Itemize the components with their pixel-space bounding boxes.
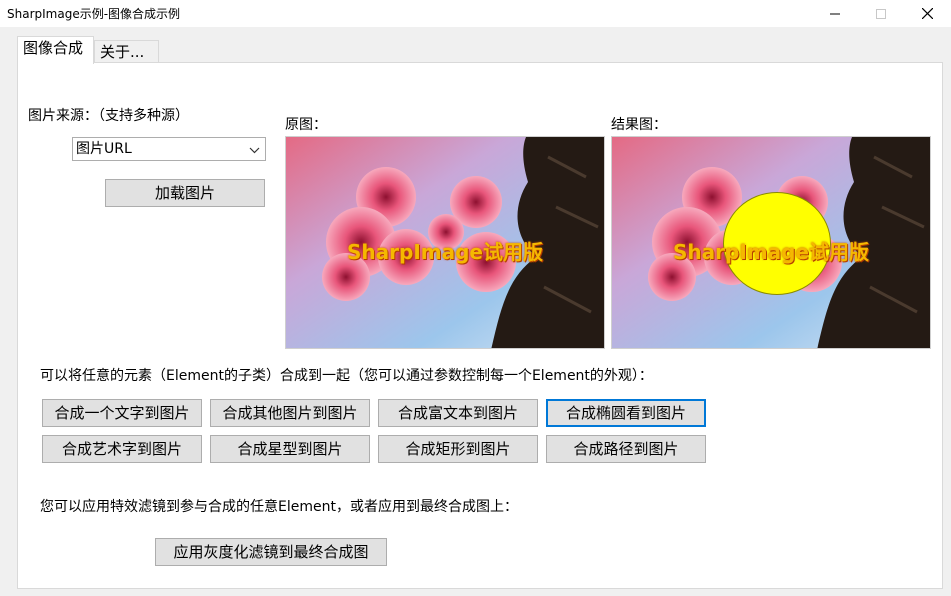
tab-image-composite[interactable]: 图像合成 <box>17 36 94 64</box>
composite-text-button[interactable]: 合成一个文字到图片 <box>42 399 202 427</box>
composite-star-button[interactable]: 合成星型到图片 <box>210 435 370 463</box>
composite-path-button[interactable]: 合成路径到图片 <box>546 435 706 463</box>
result-image: SharpImage试用版 <box>611 136 931 349</box>
result-watermark-text: SharpImage试用版 <box>673 240 869 264</box>
source-select-value: 图片URL <box>76 141 132 157</box>
composite-richtext-button[interactable]: 合成富文本到图片 <box>378 399 538 427</box>
maximize-button[interactable] <box>858 0 904 27</box>
title-bar: SharpImage示例-图像合成示例 <box>0 0 951 27</box>
close-icon <box>921 8 933 19</box>
window-title: SharpImage示例-图像合成示例 <box>7 7 181 21</box>
composite-ellipse-button[interactable]: 合成椭圆看到图片 <box>546 399 706 427</box>
tab-about[interactable]: 关于... <box>94 40 159 63</box>
composite-rectangle-button[interactable]: 合成矩形到图片 <box>378 435 538 463</box>
minimize-icon <box>830 13 840 14</box>
result-image-label: 结果图： <box>611 117 667 133</box>
original-image-label: 原图： <box>285 117 327 133</box>
original-image: SharpImage试用版 <box>285 136 605 349</box>
composite-description: 可以将任意的元素（Element的子类）合成到一起（您可以通过参数控制每一个El… <box>40 368 653 384</box>
original-watermark-text: SharpImage试用版 <box>347 240 543 264</box>
minimize-button[interactable] <box>812 0 858 27</box>
composite-image-button[interactable]: 合成其他图片到图片 <box>210 399 370 427</box>
filter-description: 您可以应用特效滤镜到参与合成的任意Element，或者应用到最终合成图上： <box>40 499 518 515</box>
close-button[interactable] <box>904 0 950 27</box>
source-select[interactable]: 图片URL <box>72 137 266 161</box>
chevron-down-icon <box>249 142 260 164</box>
maximize-icon <box>876 8 886 19</box>
source-label: 图片来源：（支持多种源） <box>28 108 189 124</box>
apply-grayscale-filter-button[interactable]: 应用灰度化滤镜到最终合成图 <box>155 538 387 566</box>
load-image-button[interactable]: 加载图片 <box>105 179 265 207</box>
composite-arttext-button[interactable]: 合成艺术字到图片 <box>42 435 202 463</box>
